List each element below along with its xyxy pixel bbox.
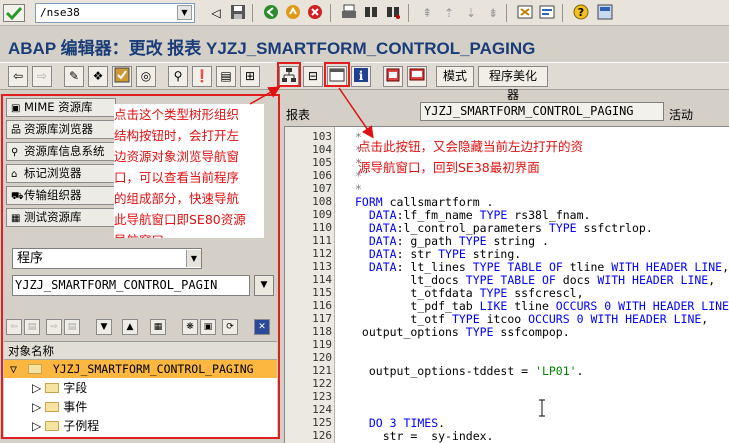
line-number: 109	[312, 208, 332, 221]
line-number: 108	[312, 195, 332, 208]
stack-icon	[386, 68, 400, 82]
application-toolbar: ⇦ ⇨ ✎ ❖ ◎ ⚲ ❗ ▤ ⊞ ⊟ i 模式 程序美化器	[0, 62, 729, 102]
line-number: 122	[312, 377, 332, 390]
code-line: output_options-tddest = 'LP01'.	[355, 364, 584, 378]
help-icon[interactable]: ?	[572, 4, 590, 22]
line-number: 112	[312, 247, 332, 260]
save-icon[interactable]	[229, 4, 247, 22]
check-button[interactable]	[112, 66, 132, 87]
line-number: 120	[312, 351, 332, 364]
display-object-button[interactable]	[407, 66, 427, 87]
line-number: 114	[312, 273, 332, 286]
pattern-insert-button[interactable]	[383, 66, 403, 87]
previous-page-icon[interactable]: ⇡	[440, 4, 458, 22]
line-number: 117	[312, 312, 332, 325]
svg-text:?: ?	[578, 6, 584, 19]
first-page-icon[interactable]: ⇞	[418, 4, 436, 22]
code-line: FORM callsmartform .	[355, 195, 494, 209]
line-number: 106	[312, 169, 332, 182]
info-button[interactable]: i	[351, 66, 371, 87]
customize-layout-icon[interactable]	[596, 4, 614, 22]
checkmark-icon	[5, 6, 23, 21]
where-used-button[interactable]: ⚲	[168, 66, 188, 87]
command-field[interactable]: /nse38	[35, 3, 195, 23]
find-icon[interactable]	[362, 4, 380, 22]
line-number: 124	[312, 403, 332, 416]
code-line: DATA: str TYPE string.	[368, 247, 522, 261]
forward-arrow-button[interactable]: ⇨	[32, 66, 52, 87]
other-object-button[interactable]: ❖	[88, 66, 108, 87]
find-next-icon[interactable]	[384, 4, 402, 22]
line-number: 110	[312, 221, 332, 234]
line-number: 119	[312, 338, 332, 351]
test-button[interactable]: ⊞	[240, 66, 260, 87]
line-number: 118	[312, 325, 332, 338]
line-number: 104	[312, 143, 332, 156]
line-number-gutter: 103 104 105 106 107 108 109 110 111 112 113 114 115 1…	[285, 127, 335, 443]
exit-icon[interactable]	[284, 4, 302, 22]
screen-icon	[409, 68, 425, 81]
enter-button[interactable]	[3, 4, 25, 22]
highlight-tree-button	[277, 62, 301, 87]
next-page-icon[interactable]: ⇣	[462, 4, 480, 22]
line-number: 105	[312, 156, 332, 169]
activate-button[interactable]: ◎	[136, 66, 156, 87]
line-number: 107	[312, 182, 332, 195]
code-line: DATA: g_path TYPE string .	[368, 234, 549, 248]
code-line: t_otf TYPE itcoo OCCURS 0 WITH HEADER LI…	[355, 312, 709, 326]
shortcut-icon[interactable]	[538, 4, 556, 22]
highlight-fullscreen-button	[324, 62, 350, 87]
line-number: 115	[312, 286, 332, 299]
code-line: t_otfdata TYPE ssfcrescl,	[355, 286, 584, 300]
last-page-icon[interactable]: ⇟	[484, 4, 502, 22]
back-icon[interactable]	[262, 4, 280, 22]
new-session-icon[interactable]	[516, 4, 534, 22]
annotation-right: 点击此按钮，又会隐藏当前左边打开的资 源导航窗口，回到SE38最初界面	[358, 139, 584, 175]
pretty-printer-button[interactable]: 程序美化器	[478, 66, 548, 102]
code-line: t_pdf_tab LIKE tline OCCURS 0 WITH HEADE…	[355, 299, 729, 313]
annotation-left: 点击这个类型树形组织 结构按钮时，会打开左 边资源对象浏览导航窗 口，可以查看当…	[114, 104, 264, 238]
worklist-button[interactable]: ⊟	[303, 66, 323, 87]
object-list-button[interactable]: ▤	[216, 66, 236, 87]
report-label: 报表	[286, 108, 311, 122]
display-change-button[interactable]: ✎	[64, 66, 84, 87]
check-icon	[114, 67, 130, 83]
code-line: *	[355, 182, 362, 196]
cancel-icon[interactable]	[306, 4, 324, 22]
line-number: 111	[312, 234, 332, 247]
report-name-field: YJZJ_SMARTFORM_CONTROL_PAGING	[420, 102, 664, 121]
line-number: 126	[312, 429, 332, 442]
code-line: DATA: lt_lines TYPE TABLE OF tline WITH …	[368, 260, 729, 274]
line-number: 116	[312, 299, 332, 312]
back-arrow-button[interactable]: ⇦	[8, 66, 28, 87]
command-toolbar: /nse38 ▼ ◁ ⇞ ⇡ ⇣ ⇟ ?	[0, 0, 729, 26]
text-cursor-icon	[539, 399, 545, 417]
code-line: lt_docs TYPE TABLE OF docs WITH HEADER L…	[355, 273, 716, 287]
info-icon: i	[354, 68, 368, 83]
line-number: 103	[312, 130, 332, 143]
pattern-button[interactable]: 模式	[436, 66, 474, 87]
code-line: DATA:l_control_parameters TYPE ssfctrlop…	[368, 221, 653, 235]
command-history-dropdown[interactable]: ▼	[177, 5, 192, 20]
code-line: DATA:lf_fm_name TYPE rs38l_fnam.	[368, 208, 591, 222]
back-arrow-icon[interactable]: ◁	[207, 4, 225, 22]
line-number: 121	[312, 364, 332, 377]
code-line: DO 3 TIMES.	[368, 416, 446, 430]
code-line: str = sy-index.	[355, 429, 494, 443]
status-label: 活动	[669, 108, 694, 122]
line-number: 123	[312, 390, 332, 403]
code-line: output_options TYPE ssfcompop.	[355, 325, 570, 339]
breakpoint-button[interactable]: ❗	[192, 66, 212, 87]
svg-text:i: i	[359, 69, 364, 83]
print-icon[interactable]	[340, 4, 358, 22]
page-title: ABAP 编辑器：更改 报表 YJZJ_SMARTFORM_CONTROL_PA…	[8, 39, 536, 58]
line-number: 113	[312, 260, 332, 273]
line-number: 125	[312, 416, 332, 429]
